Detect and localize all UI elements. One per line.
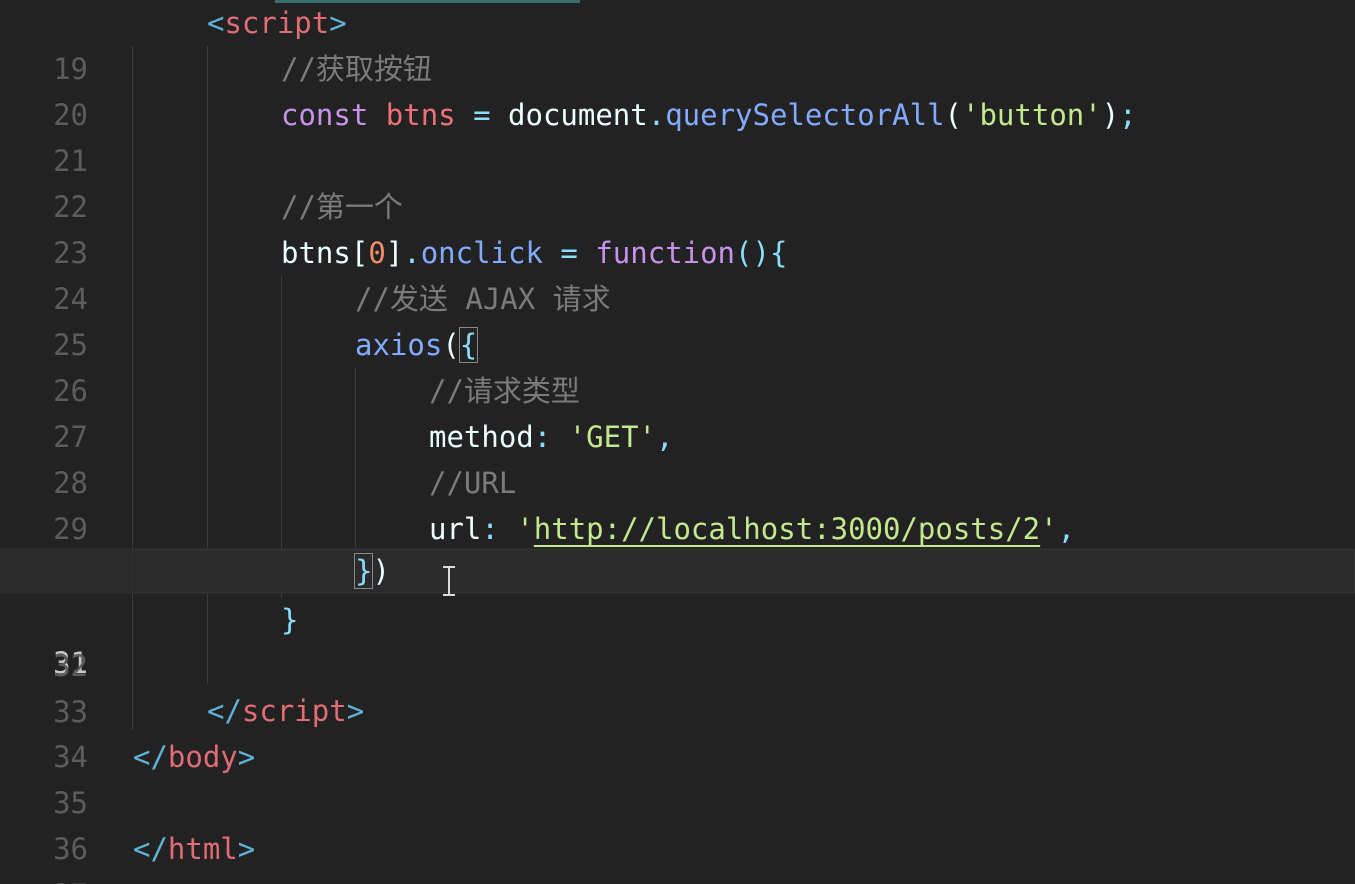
- token: .: [647, 98, 666, 132]
- token: =: [473, 98, 491, 132]
- line-number: 37: [0, 872, 88, 884]
- token: >: [237, 740, 256, 774]
- token: </: [207, 694, 242, 728]
- code-line[interactable]: 19 <script>: [0, 0, 1355, 86]
- code-line[interactable]: 29 //URL: [0, 460, 1355, 546]
- token: function: [595, 236, 736, 270]
- token: {: [769, 236, 788, 270]
- token: >: [329, 6, 347, 40]
- token: ): [752, 236, 770, 270]
- code-line[interactable]: 30 url: 'http://localhost:3000/posts/2',: [0, 506, 1355, 592]
- token: url: [429, 512, 482, 546]
- code-line[interactable]: 34 </script>: [0, 688, 1355, 774]
- token: :: [533, 420, 552, 454]
- token: }: [353, 553, 374, 589]
- code-line[interactable]: 26 axios({: [0, 322, 1355, 408]
- token: btns: [281, 236, 351, 270]
- code-editor[interactable]: 19 <script> 20 //获取按钮 21 const btns = do…: [0, 0, 1355, 884]
- token: html: [167, 832, 238, 866]
- token: {: [458, 327, 479, 363]
- code-line[interactable]: 23 //第一个: [0, 184, 1355, 270]
- token: >: [346, 694, 365, 728]
- token: ;: [1119, 98, 1137, 132]
- token: <: [207, 6, 225, 40]
- token: 'GET': [568, 420, 657, 454]
- comment: //URL: [429, 466, 517, 500]
- comment: //请求类型: [429, 374, 580, 408]
- token: ): [372, 554, 390, 588]
- comment: //第一个: [281, 190, 403, 224]
- code-line[interactable]: 35 </body>: [0, 734, 1355, 820]
- token: ]: [385, 236, 404, 270]
- token: ': [516, 512, 534, 546]
- code-line[interactable]: 36: [0, 780, 1355, 866]
- token: querySelectorAll: [665, 98, 945, 132]
- code-line[interactable]: 24 btns[0].onclick = function(){: [0, 230, 1355, 316]
- current-line-highlight: [132, 549, 1355, 593]
- token: (: [735, 236, 753, 270]
- token: onclick: [420, 236, 543, 270]
- token: btns: [385, 98, 456, 132]
- token: =: [560, 236, 578, 270]
- token: document: [508, 98, 648, 132]
- token: (: [442, 328, 460, 362]
- code-line[interactable]: 28 method: 'GET',: [0, 414, 1355, 500]
- token: 0: [368, 236, 386, 270]
- token: >: [237, 832, 256, 866]
- text-ibeam-cursor-icon: [442, 566, 456, 596]
- token: :: [481, 512, 499, 546]
- code-line[interactable]: 21 const btns = document.querySelectorAl…: [0, 92, 1355, 178]
- token: ': [1040, 512, 1058, 546]
- token: axios: [355, 328, 443, 362]
- token: }: [281, 603, 299, 637]
- token: ,: [1057, 512, 1076, 546]
- token: ): [1101, 98, 1120, 132]
- token: method: [429, 420, 534, 454]
- code-line-current[interactable]: 31 }): [0, 548, 1355, 680]
- code-line[interactable]: 32 }: [0, 597, 1355, 683]
- code-line[interactable]: 37 </html>: [0, 826, 1355, 884]
- token: 'button': [962, 98, 1102, 132]
- token: [: [350, 236, 369, 270]
- url-link[interactable]: http://localhost:3000/posts/2: [534, 512, 1040, 546]
- comment: //获取按钮: [281, 52, 432, 86]
- token: (: [944, 98, 963, 132]
- token: </: [133, 832, 168, 866]
- token: const: [281, 98, 369, 132]
- token: script: [224, 6, 330, 40]
- comment: //发送 AJAX 请求: [355, 282, 611, 316]
- code-line[interactable]: 20 //获取按钮: [0, 46, 1355, 132]
- token: body: [167, 740, 238, 774]
- code-line[interactable]: 25 //发送 AJAX 请求: [0, 276, 1355, 362]
- token: ,: [656, 420, 674, 454]
- token: .: [403, 236, 421, 270]
- token: script: [241, 694, 347, 728]
- token: </: [133, 740, 168, 774]
- code-line[interactable]: 27 //请求类型: [0, 368, 1355, 454]
- code-line[interactable]: 33: [0, 643, 1355, 729]
- code-line[interactable]: 22: [0, 138, 1355, 224]
